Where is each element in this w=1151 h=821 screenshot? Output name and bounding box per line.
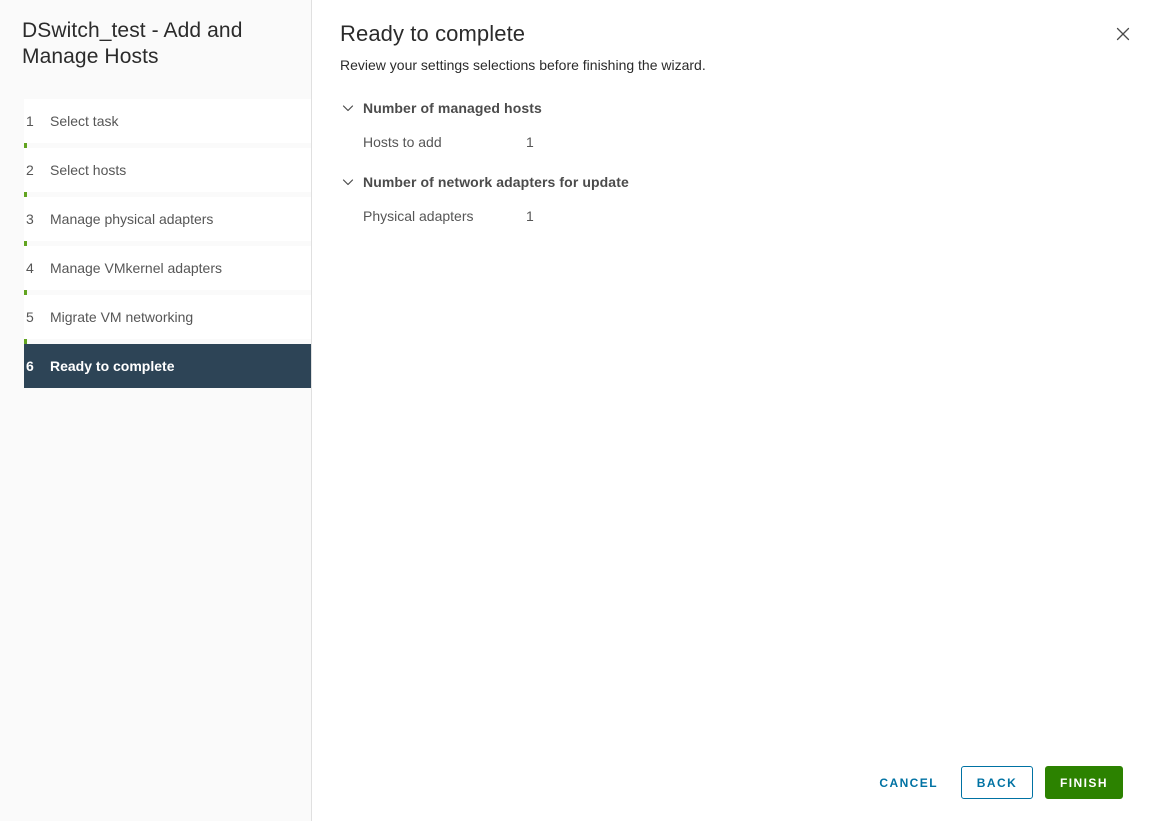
- summary-section-rows: Physical adapters 1: [340, 201, 1123, 230]
- page-subtitle: Review your settings selections before f…: [340, 57, 706, 73]
- page-title: Ready to complete: [340, 21, 526, 46]
- wizard-step-3[interactable]: 3 Manage physical adapters: [24, 197, 311, 241]
- wizard-footer: CANCEL BACK FINISH: [866, 766, 1123, 799]
- main-content: Ready to complete Review your settings s…: [312, 0, 1151, 230]
- wizard-step-number: 4: [26, 260, 34, 276]
- wizard-step-1[interactable]: 1 Select task: [24, 99, 311, 143]
- wizard-step-6[interactable]: 6 Ready to complete: [24, 344, 311, 388]
- summary-section: Number of network adapters for update Phy…: [340, 172, 1123, 230]
- summary-row-label: Physical adapters: [363, 207, 474, 224]
- summary-section-rows: Hosts to add 1: [340, 127, 1123, 156]
- summary-row-label: Hosts to add: [363, 133, 442, 150]
- wizard-step-label: Migrate VM networking: [50, 309, 194, 325]
- summary-row-value: 1: [526, 207, 534, 224]
- cancel-button[interactable]: CANCEL: [866, 766, 951, 799]
- wizard-step-5[interactable]: 5 Migrate VM networking: [24, 295, 311, 339]
- wizard-step-label: Ready to complete: [50, 358, 175, 374]
- chevron-down-icon: [340, 100, 356, 116]
- wizard-step-number: 1: [26, 113, 34, 129]
- add-and-manage-hosts-wizard: DSwitch_test - Add and Manage Hosts 1 Sel…: [0, 0, 1151, 821]
- wizard-title: DSwitch_test - Add and Manage Hosts: [22, 19, 243, 68]
- back-button[interactable]: BACK: [961, 766, 1033, 799]
- summary-section-header[interactable]: Number of network adapters for update: [340, 172, 1123, 192]
- summary-row: Hosts to add 1: [363, 127, 1123, 156]
- wizard-step-label: Manage physical adapters: [50, 211, 214, 227]
- summary-row: Physical adapters 1: [363, 201, 1123, 230]
- wizard-steps-list: 1 Select task 2 Select hosts 3 Manage physica…: [0, 99, 311, 388]
- wizard-sidebar: DSwitch_test - Add and Manage Hosts 1 Sel…: [0, 0, 312, 821]
- wizard-step-2[interactable]: 2 Select hosts: [24, 148, 311, 192]
- wizard-step-label: Manage VMkernel adapters: [50, 260, 222, 276]
- close-icon[interactable]: [1111, 22, 1135, 46]
- chevron-down-icon: [340, 174, 356, 190]
- wizard-step-label: Select task: [50, 113, 119, 129]
- wizard-step-label: Select hosts: [50, 162, 127, 178]
- wizard-step-number: 2: [26, 162, 34, 178]
- wizard-step-4[interactable]: 4 Manage VMkernel adapters: [24, 246, 311, 290]
- finish-button[interactable]: FINISH: [1045, 766, 1123, 799]
- wizard-step-number: 3: [26, 211, 34, 227]
- summary-row-value: 1: [526, 133, 534, 150]
- wizard-step-number: 5: [26, 309, 34, 325]
- wizard-main-pane: Ready to complete Review your settings s…: [312, 0, 1151, 821]
- summary-section-title: Number of network adapters for update: [363, 174, 629, 190]
- summary-section-title: Number of managed hosts: [363, 100, 542, 116]
- summary-section-header[interactable]: Number of managed hosts: [340, 98, 1123, 118]
- summary-section: Number of managed hosts Hosts to add 1: [340, 98, 1123, 156]
- wizard-step-number: 6: [26, 358, 34, 374]
- summary-list: Number of managed hosts Hosts to add 1 Numb…: [340, 98, 1123, 230]
